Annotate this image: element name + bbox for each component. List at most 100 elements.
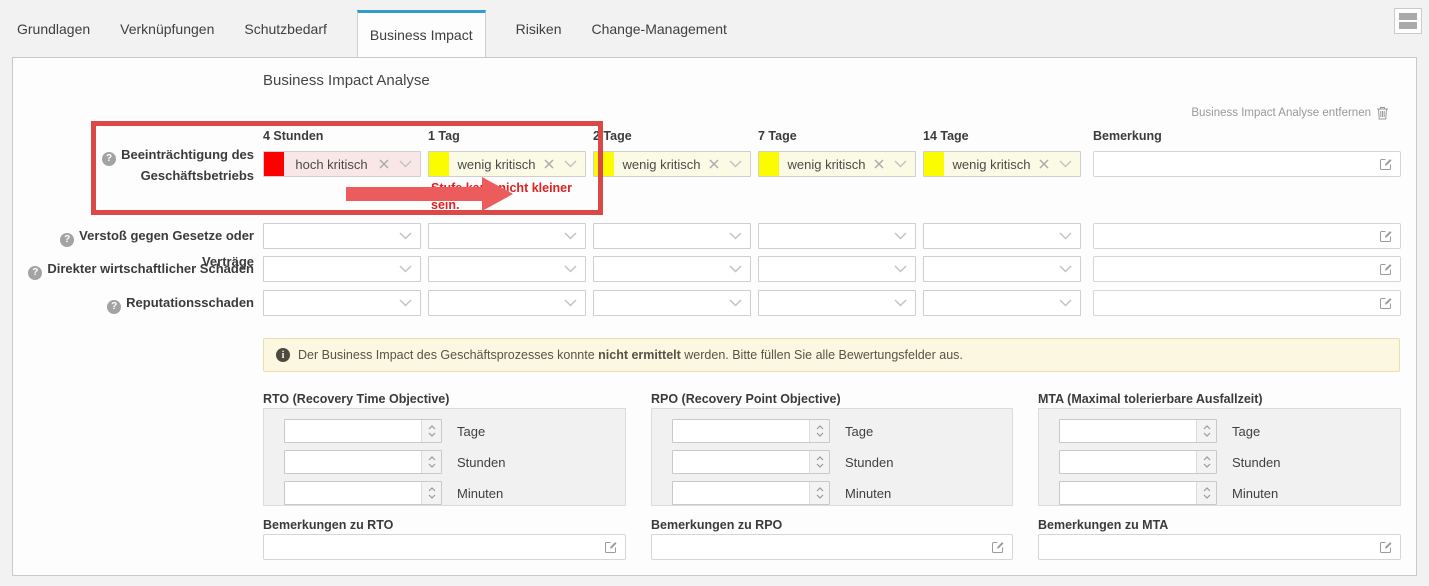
remove-bia-label: Business Impact Analyse entfernen — [1191, 107, 1371, 119]
reputation-2-tage-select[interactable] — [593, 290, 751, 316]
spinner-buttons[interactable] — [809, 451, 829, 473]
chevron-down-icon — [729, 232, 742, 240]
rpo-tage-input[interactable] — [672, 419, 830, 443]
tab-schutzbedarf[interactable]: Schutzbedarf — [244, 21, 327, 37]
rpo-minuten-input[interactable] — [672, 481, 830, 505]
severity-color-swatch — [924, 152, 944, 176]
clear-selection-icon[interactable] — [709, 159, 719, 169]
page-title: Business Impact Analyse — [263, 72, 430, 89]
unit-label: Stunden — [457, 455, 505, 470]
unit-label: Tage — [457, 424, 485, 439]
help-icon[interactable]: ? — [102, 152, 116, 166]
chevron-down-icon — [894, 232, 907, 240]
verstoss-bemerkung-input[interactable] — [1093, 223, 1401, 249]
chevron-down-icon — [729, 299, 742, 307]
beeintraechtigung-4-stunden-select[interactable]: hoch kritisch — [263, 151, 421, 177]
help-icon[interactable]: ? — [28, 266, 42, 280]
chevron-down-icon — [399, 232, 412, 240]
schaden-bemerkung-input[interactable] — [1093, 256, 1401, 282]
verstoss-14-tage-select[interactable] — [923, 223, 1081, 249]
clear-selection-icon[interactable] — [1039, 159, 1049, 169]
row-label-beeintraechtigung: ?Beeinträchtigung des Geschäftsbetriebs — [13, 145, 254, 185]
edit-pencil-icon[interactable] — [604, 540, 618, 559]
spinner-buttons[interactable] — [421, 420, 441, 442]
mta-stunden-input[interactable] — [1059, 450, 1217, 474]
mta-tage-input[interactable] — [1059, 419, 1217, 443]
beeintraechtigung-7-tage-select[interactable]: wenig kritisch — [758, 151, 916, 177]
colheader-7-tage: 7 Tage — [758, 129, 797, 143]
beeintraechtigung-1-tag-select[interactable]: wenig kritisch — [428, 151, 586, 177]
chevron-down-icon — [894, 299, 907, 307]
beeintraechtigung-bemerkung-input[interactable] — [1093, 151, 1401, 177]
reputation-14-tage-select[interactable] — [923, 290, 1081, 316]
reputation-1-tag-select[interactable] — [428, 290, 586, 316]
help-icon[interactable]: ? — [107, 300, 121, 314]
info-icon: i — [276, 348, 290, 362]
verstoss-4-stunden-select[interactable] — [263, 223, 421, 249]
chevron-down-icon — [399, 265, 412, 273]
schaden-14-tage-select[interactable] — [923, 256, 1081, 282]
unit-label: Minuten — [1232, 486, 1278, 501]
spinner-buttons[interactable] — [421, 451, 441, 473]
tab-business-impact[interactable]: Business Impact — [357, 10, 486, 57]
rto-remark-input[interactable] — [263, 534, 626, 560]
unit-label: Tage — [845, 424, 873, 439]
chevron-down-icon — [729, 265, 742, 273]
remove-bia-button[interactable]: Business Impact Analyse entfernen — [1191, 106, 1389, 120]
tab-verknuepfungen[interactable]: Verknüpfungen — [120, 21, 214, 37]
edit-pencil-icon[interactable] — [1379, 157, 1393, 176]
edit-pencil-icon[interactable] — [1379, 229, 1393, 248]
mta-remark-input[interactable] — [1038, 534, 1401, 560]
spinner-buttons[interactable] — [421, 482, 441, 504]
edit-pencil-icon[interactable] — [991, 540, 1005, 559]
list-view-toggle-button[interactable] — [1394, 8, 1422, 34]
spinner-buttons[interactable] — [809, 482, 829, 504]
tab-change-management[interactable]: Change-Management — [592, 21, 727, 37]
mta-minuten-input[interactable] — [1059, 481, 1217, 505]
schaden-7-tage-select[interactable] — [758, 256, 916, 282]
spinner-buttons[interactable] — [1196, 482, 1216, 504]
colheader-bemerkung: Bemerkung — [1093, 129, 1162, 143]
edit-pencil-icon[interactable] — [1379, 540, 1393, 559]
edit-pencil-icon[interactable] — [1379, 262, 1393, 281]
reputation-bemerkung-input[interactable] — [1093, 290, 1401, 316]
unit-label: Tage — [1232, 424, 1260, 439]
spinner-buttons[interactable] — [809, 420, 829, 442]
tab-risiken[interactable]: Risiken — [516, 21, 562, 37]
colheader-4-stunden: 4 Stunden — [263, 129, 323, 143]
chevron-down-icon — [1059, 232, 1072, 240]
rpo-stunden-input[interactable] — [672, 450, 830, 474]
clear-selection-icon[interactable] — [874, 159, 884, 169]
chevron-down-icon — [894, 265, 907, 273]
rpo-section-title: RPO (Recovery Point Objective) — [651, 392, 841, 406]
rpo-remark-input[interactable] — [651, 534, 1013, 560]
chevron-down-icon — [564, 160, 577, 168]
verstoss-7-tage-select[interactable] — [758, 223, 916, 249]
rto-tage-input[interactable] — [284, 419, 442, 443]
schaden-1-tag-select[interactable] — [428, 256, 586, 282]
unit-label: Stunden — [845, 455, 893, 470]
beeintraechtigung-2-tage-select[interactable]: wenig kritisch — [593, 151, 751, 177]
rto-stunden-input[interactable] — [284, 450, 442, 474]
schaden-4-stunden-select[interactable] — [263, 256, 421, 282]
reputation-4-stunden-select[interactable] — [263, 290, 421, 316]
beeintraechtigung-14-tage-select[interactable]: wenig kritisch — [923, 151, 1081, 177]
row-label-reputationsschaden: ?Reputationsschaden — [13, 290, 254, 316]
rpo-remark-label: Bemerkungen zu RPO — [651, 518, 782, 532]
spinner-buttons[interactable] — [1196, 451, 1216, 473]
chevron-down-icon — [1059, 160, 1072, 168]
chevron-down-icon — [1059, 265, 1072, 273]
clear-selection-icon[interactable] — [544, 159, 554, 169]
severity-color-swatch — [264, 152, 284, 176]
schaden-2-tage-select[interactable] — [593, 256, 751, 282]
rto-minuten-input[interactable] — [284, 481, 442, 505]
spinner-buttons[interactable] — [1196, 420, 1216, 442]
tab-grundlagen[interactable]: Grundlagen — [17, 21, 90, 37]
mta-remark-label: Bemerkungen zu MTA — [1038, 518, 1168, 532]
help-icon[interactable]: ? — [60, 233, 74, 247]
verstoss-1-tag-select[interactable] — [428, 223, 586, 249]
edit-pencil-icon[interactable] — [1379, 296, 1393, 315]
clear-selection-icon[interactable] — [379, 159, 389, 169]
verstoss-2-tage-select[interactable] — [593, 223, 751, 249]
reputation-7-tage-select[interactable] — [758, 290, 916, 316]
